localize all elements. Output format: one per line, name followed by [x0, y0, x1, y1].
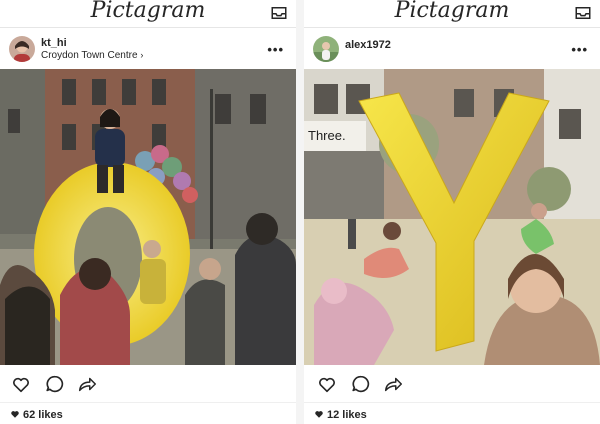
- likes-count[interactable]: 12 likes: [314, 409, 367, 424]
- app-header: Pictagram: [0, 0, 296, 28]
- heart-outline-icon[interactable]: [316, 373, 338, 395]
- post-header: kt_hi Croydon Town Centre › •••: [0, 32, 296, 68]
- storefront-sign: Three.: [308, 128, 346, 143]
- post-username[interactable]: kt_hi: [41, 37, 67, 49]
- avatar[interactable]: [313, 36, 339, 62]
- likes-count[interactable]: 62 likes: [10, 409, 63, 424]
- share-arrow-icon[interactable]: [382, 373, 404, 395]
- post-gutter: [296, 0, 304, 424]
- post-actions: [0, 373, 296, 397]
- app-logo[interactable]: Pictagram: [304, 0, 600, 23]
- heart-outline-icon[interactable]: [10, 373, 32, 395]
- app-header: Pictagram: [304, 0, 600, 28]
- post-card: Pictagram alex1972 ••• Three. 12 likes: [304, 0, 600, 424]
- post-photo[interactable]: Three.: [304, 69, 600, 365]
- share-arrow-icon[interactable]: [76, 373, 98, 395]
- post-username[interactable]: alex1972: [345, 39, 391, 51]
- post-actions: [304, 373, 600, 397]
- inbox-icon[interactable]: [270, 4, 288, 22]
- more-options-icon[interactable]: •••: [267, 42, 284, 57]
- divider: [0, 402, 296, 403]
- app-logo[interactable]: Pictagram: [0, 0, 296, 23]
- speech-bubble-icon[interactable]: [350, 373, 372, 395]
- post-card: Pictagram kt_hi Croydon Town Centre › ••…: [0, 0, 296, 424]
- divider: [304, 402, 600, 403]
- heart-filled-icon: [315, 411, 323, 418]
- more-options-icon[interactable]: •••: [571, 42, 588, 57]
- speech-bubble-icon[interactable]: [44, 373, 66, 395]
- post-location[interactable]: Croydon Town Centre ›: [41, 50, 143, 61]
- chevron-right-icon: ›: [140, 50, 144, 60]
- avatar[interactable]: [9, 36, 35, 62]
- inbox-icon[interactable]: [574, 4, 592, 22]
- post-photo[interactable]: [0, 69, 296, 365]
- heart-filled-icon: [11, 411, 19, 418]
- post-header: alex1972 •••: [304, 32, 600, 68]
